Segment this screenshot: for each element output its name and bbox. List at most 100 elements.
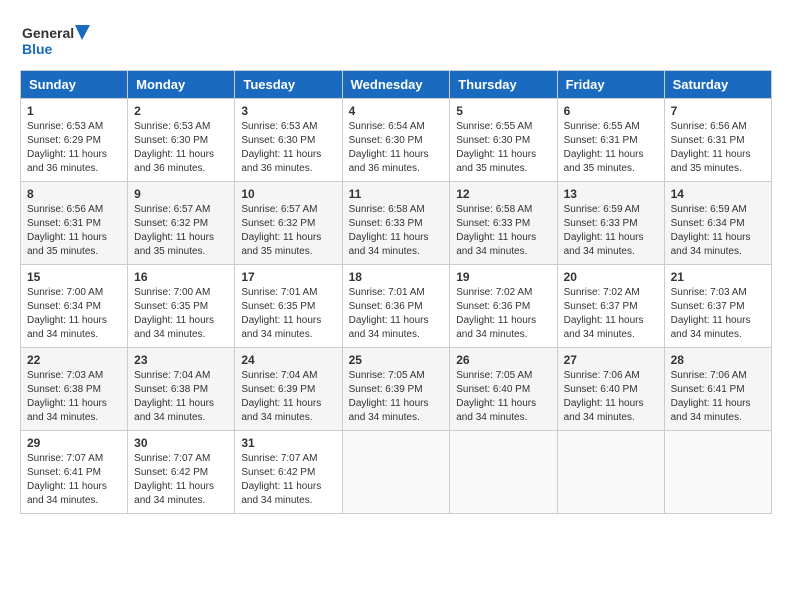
svg-text:General: General [22,25,74,41]
day-info: Sunrise: 6:56 AM Sunset: 6:31 PM Dayligh… [27,203,121,259]
weekday-header: Monday [128,71,235,99]
calendar-cell: 4 Sunrise: 6:54 AM Sunset: 6:30 PM Daylig… [342,99,450,182]
weekday-header: Sunday [21,71,128,99]
calendar-cell: 26 Sunrise: 7:05 AM Sunset: 6:40 PM Dayli… [450,348,557,431]
calendar-cell: 10 Sunrise: 6:57 AM Sunset: 6:32 PM Dayli… [235,182,342,265]
page-header: GeneralBlue [20,20,772,60]
day-info: Sunrise: 7:02 AM Sunset: 6:37 PM Dayligh… [564,286,658,342]
day-info: Sunrise: 7:05 AM Sunset: 6:40 PM Dayligh… [456,369,550,425]
calendar-week-row: 8Sunrise: 6:56 AM Sunset: 6:31 PM Daylig… [21,182,772,265]
calendar-cell [664,431,771,514]
day-number: 5 [456,104,550,118]
calendar-week-row: 29 Sunrise: 7:07 AM Sunset: 6:41 PM Dayli… [21,431,772,514]
day-number: 24 [241,353,335,367]
weekday-header: Friday [557,71,664,99]
calendar-cell: 22 Sunrise: 7:03 AM Sunset: 6:38 PM Dayli… [21,348,128,431]
calendar-cell: 20 Sunrise: 7:02 AM Sunset: 6:37 PM Dayli… [557,265,664,348]
day-number: 2 [134,104,228,118]
calendar-cell: 14 Sunrise: 6:59 AM Sunset: 6:34 PM Dayli… [664,182,771,265]
weekday-header: Wednesday [342,71,450,99]
calendar-cell: 23Sunrise: 7:04 AM Sunset: 6:38 PM Dayli… [128,348,235,431]
day-info: Sunrise: 6:55 AM Sunset: 6:31 PM Dayligh… [564,120,658,176]
day-info: Sunrise: 6:57 AM Sunset: 6:32 PM Dayligh… [134,203,228,259]
calendar-cell: 24Sunrise: 7:04 AM Sunset: 6:39 PM Dayli… [235,348,342,431]
day-info: Sunrise: 6:59 AM Sunset: 6:34 PM Dayligh… [671,203,765,259]
day-number: 27 [564,353,658,367]
calendar-cell: 15Sunrise: 7:00 AM Sunset: 6:34 PM Dayli… [21,265,128,348]
day-number: 3 [241,104,335,118]
day-info: Sunrise: 7:03 AM Sunset: 6:38 PM Dayligh… [27,369,121,425]
calendar-cell: 3 Sunrise: 6:53 AM Sunset: 6:30 PM Daylig… [235,99,342,182]
day-number: 13 [564,187,658,201]
calendar-cell: 2Sunrise: 6:53 AM Sunset: 6:30 PM Daylig… [128,99,235,182]
day-info: Sunrise: 7:07 AM Sunset: 6:42 PM Dayligh… [241,452,335,508]
calendar-cell: 5 Sunrise: 6:55 AM Sunset: 6:30 PM Daylig… [450,99,557,182]
calendar-cell: 28 Sunrise: 7:06 AM Sunset: 6:41 PM Dayli… [664,348,771,431]
day-info: Sunrise: 7:07 AM Sunset: 6:42 PM Dayligh… [134,452,228,508]
day-number: 9 [134,187,228,201]
calendar-cell [342,431,450,514]
day-number: 30 [134,436,228,450]
day-number: 20 [564,270,658,284]
day-info: Sunrise: 6:58 AM Sunset: 6:33 PM Dayligh… [456,203,550,259]
day-info: Sunrise: 7:01 AM Sunset: 6:35 PM Dayligh… [241,286,335,342]
day-info: Sunrise: 7:00 AM Sunset: 6:35 PM Dayligh… [134,286,228,342]
calendar-header-row: SundayMondayTuesdayWednesdayThursdayFrid… [21,71,772,99]
day-info: Sunrise: 7:07 AM Sunset: 6:41 PM Dayligh… [27,452,121,508]
calendar-cell: 29 Sunrise: 7:07 AM Sunset: 6:41 PM Dayli… [21,431,128,514]
calendar-cell: 7Sunrise: 6:56 AM Sunset: 6:31 PM Daylig… [664,99,771,182]
weekday-header: Thursday [450,71,557,99]
day-info: Sunrise: 7:02 AM Sunset: 6:36 PM Dayligh… [456,286,550,342]
day-number: 26 [456,353,550,367]
day-number: 22 [27,353,121,367]
weekday-header: Tuesday [235,71,342,99]
day-info: Sunrise: 7:05 AM Sunset: 6:39 PM Dayligh… [349,369,444,425]
calendar-cell: 12Sunrise: 6:58 AM Sunset: 6:33 PM Dayli… [450,182,557,265]
calendar-cell [450,431,557,514]
day-info: Sunrise: 6:59 AM Sunset: 6:33 PM Dayligh… [564,203,658,259]
day-number: 14 [671,187,765,201]
day-info: Sunrise: 7:03 AM Sunset: 6:37 PM Dayligh… [671,286,765,342]
day-info: Sunrise: 6:54 AM Sunset: 6:30 PM Dayligh… [349,120,444,176]
day-info: Sunrise: 7:06 AM Sunset: 6:41 PM Dayligh… [671,369,765,425]
day-number: 31 [241,436,335,450]
weekday-header: Saturday [664,71,771,99]
day-number: 21 [671,270,765,284]
calendar-cell: 18 Sunrise: 7:01 AM Sunset: 6:36 PM Dayli… [342,265,450,348]
day-number: 1 [27,104,121,118]
calendar-cell: 31 Sunrise: 7:07 AM Sunset: 6:42 PM Dayli… [235,431,342,514]
day-number: 4 [349,104,444,118]
day-number: 16 [134,270,228,284]
day-info: Sunrise: 6:57 AM Sunset: 6:32 PM Dayligh… [241,203,335,259]
day-number: 28 [671,353,765,367]
day-info: Sunrise: 6:53 AM Sunset: 6:30 PM Dayligh… [241,120,335,176]
calendar-cell: 16 Sunrise: 7:00 AM Sunset: 6:35 PM Dayli… [128,265,235,348]
day-number: 19 [456,270,550,284]
logo-icon: GeneralBlue [20,20,100,60]
day-number: 29 [27,436,121,450]
calendar-cell: 1 Sunrise: 6:53 AM Sunset: 6:29 PM Daylig… [21,99,128,182]
day-info: Sunrise: 7:00 AM Sunset: 6:34 PM Dayligh… [27,286,121,342]
svg-text:Blue: Blue [22,41,53,57]
day-number: 18 [349,270,444,284]
day-info: Sunrise: 6:55 AM Sunset: 6:30 PM Dayligh… [456,120,550,176]
calendar-cell: 21 Sunrise: 7:03 AM Sunset: 6:37 PM Dayli… [664,265,771,348]
calendar-cell: 13 Sunrise: 6:59 AM Sunset: 6:33 PM Dayli… [557,182,664,265]
day-number: 7 [671,104,765,118]
calendar-week-row: 1 Sunrise: 6:53 AM Sunset: 6:29 PM Daylig… [21,99,772,182]
calendar-cell: 25Sunrise: 7:05 AM Sunset: 6:39 PM Dayli… [342,348,450,431]
day-info: Sunrise: 7:04 AM Sunset: 6:38 PM Dayligh… [134,369,228,425]
calendar-table: SundayMondayTuesdayWednesdayThursdayFrid… [20,70,772,514]
day-number: 10 [241,187,335,201]
calendar-cell: 19 Sunrise: 7:02 AM Sunset: 6:36 PM Dayli… [450,265,557,348]
calendar-cell: 17Sunrise: 7:01 AM Sunset: 6:35 PM Dayli… [235,265,342,348]
day-info: Sunrise: 7:01 AM Sunset: 6:36 PM Dayligh… [349,286,444,342]
day-info: Sunrise: 6:53 AM Sunset: 6:29 PM Dayligh… [27,120,121,176]
day-number: 11 [349,187,444,201]
calendar-week-row: 15Sunrise: 7:00 AM Sunset: 6:34 PM Dayli… [21,265,772,348]
calendar-cell: 27Sunrise: 7:06 AM Sunset: 6:40 PM Dayli… [557,348,664,431]
day-number: 6 [564,104,658,118]
logo: GeneralBlue [20,20,100,60]
calendar-cell: 30 Sunrise: 7:07 AM Sunset: 6:42 PM Dayli… [128,431,235,514]
calendar-cell [557,431,664,514]
